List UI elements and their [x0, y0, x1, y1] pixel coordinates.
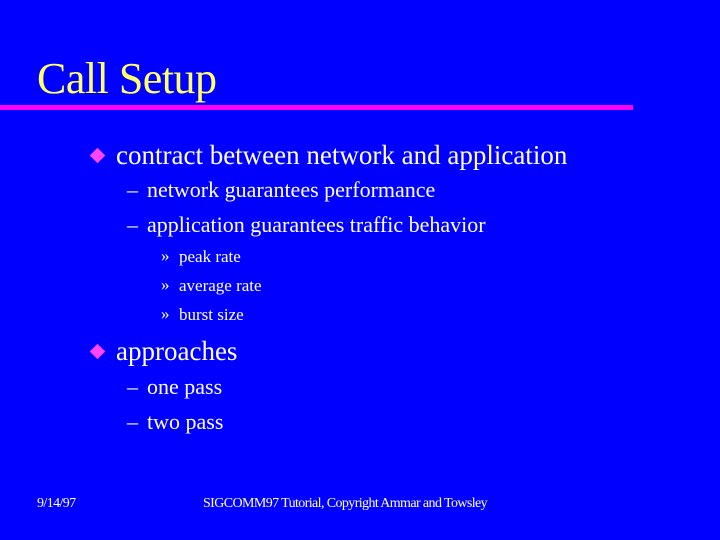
bullet-text: contract between network and application	[116, 140, 568, 170]
dash-marker-icon: –	[127, 409, 138, 434]
footer-copyright: SIGCOMM97 Tutorial, Copyright Ammar and …	[203, 496, 488, 511]
sub-sub-bullet-text: burst size	[179, 305, 244, 324]
dash-marker-icon: –	[127, 177, 138, 202]
chevron-marker-icon: »	[161, 246, 170, 265]
footer-date: 9/14/97	[37, 496, 76, 511]
sub-bullet-text: application guarantees traffic behavior	[147, 212, 486, 237]
title-underline-rule	[0, 105, 633, 110]
dash-marker-icon: –	[127, 374, 138, 399]
sub-sub-bullet-text: peak rate	[179, 247, 241, 266]
chevron-marker-icon: »	[161, 275, 170, 294]
slide-title: Call Setup	[37, 54, 217, 103]
sub-sub-bullet-text: average rate	[179, 276, 262, 295]
diamond-bullet-icon	[89, 147, 106, 164]
chevron-marker-icon: »	[161, 304, 170, 323]
sub-bullet-text: network guarantees performance	[147, 177, 436, 202]
diamond-bullet-icon	[89, 343, 106, 360]
sub-bullet-text: one pass	[147, 374, 223, 399]
dash-marker-icon: –	[127, 212, 138, 237]
bullet-text: approaches	[116, 336, 238, 366]
sub-bullet-text: two pass	[147, 409, 224, 434]
